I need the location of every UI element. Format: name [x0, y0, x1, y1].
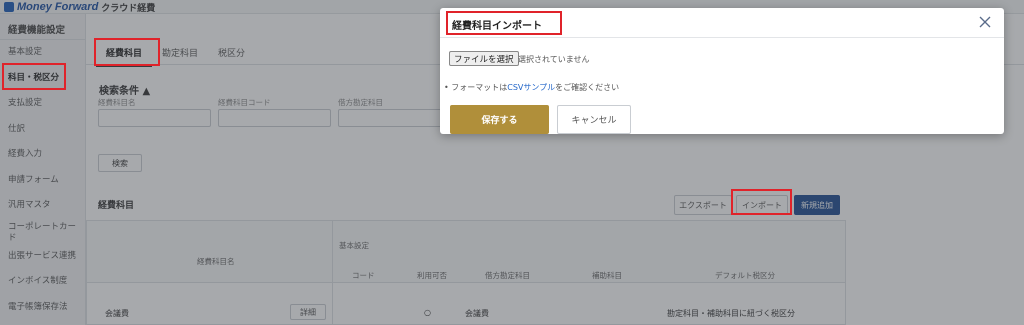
- cancel-button[interactable]: キャンセル: [557, 105, 631, 134]
- format-prefix: • フォーマットは: [444, 83, 508, 92]
- highlight-modal-title: [446, 11, 562, 35]
- choose-file-button[interactable]: ファイルを選択: [449, 51, 519, 66]
- csv-sample-link[interactable]: CSVサンプル: [507, 83, 555, 92]
- highlight-sidebar-item: [2, 63, 66, 90]
- close-icon[interactable]: [978, 15, 992, 29]
- highlight-import-button: [731, 189, 792, 215]
- format-note: • フォーマットはCSVサンプルをご確認ください: [444, 82, 619, 93]
- save-button[interactable]: 保存する: [450, 105, 549, 134]
- highlight-tab: [94, 38, 160, 66]
- format-suffix: をご確認ください: [555, 83, 620, 92]
- file-status: 選択されていません: [518, 55, 590, 64]
